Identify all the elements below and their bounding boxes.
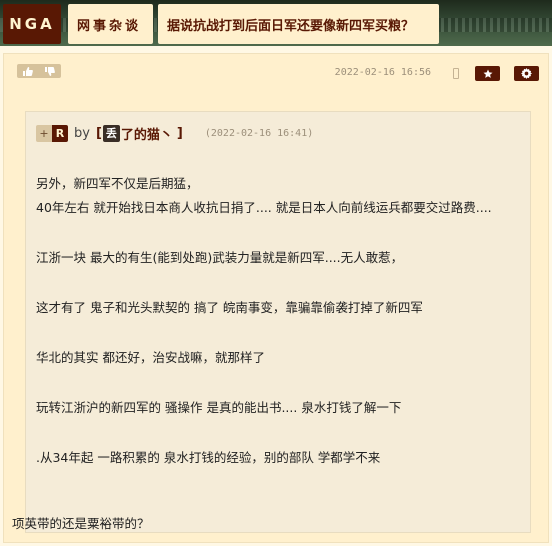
breadcrumb-forum[interactable]: 网事杂谈 [68, 4, 153, 44]
vote-buttons [17, 64, 61, 78]
favorite-button[interactable] [475, 66, 500, 81]
quote-body: 另外，新四军不仅是后期猛， 40年左右 就开始找日本商人收抗日捐了.... 就是… [36, 172, 526, 470]
quote-line: 江浙一块 最大的有生(能到处跑)武装力量就是新四军....无人敢惹， [36, 250, 404, 265]
author-bracket-close: ] [176, 125, 183, 141]
page: NGA 网事杂谈 据说抗战打到后面日军还要像新四军买粮？ 2022-02-16 … [0, 0, 552, 546]
site-logo[interactable]: NGA [3, 4, 61, 44]
quote-line: 玩转江浙沪的新四军的 骚操作 是真的能出书.... 泉水打钱了解一下 [36, 400, 402, 415]
quote-line: .从34年起 一路积累的 泉水打钱的经验，别的部队 学都学不来 [36, 450, 381, 465]
author-name: 了的猫丶 [120, 127, 173, 143]
quote-line: 这才有了 鬼子和光头默契的 搞了 皖南事变，靠骗靠偷袭打掉了新四军 [36, 300, 423, 315]
quote-header: + R by [ 丢 了的猫丶 ] (2022-02-16 16:41) [36, 124, 314, 143]
star-icon [483, 69, 492, 78]
quote-author[interactable]: [ 丢 了的猫丶 ] [96, 124, 183, 143]
quote-line: 40年左右 就开始找日本商人收抗日捐了.... 就是日本人向前线运兵都要交过路费… [36, 200, 492, 215]
post-date: 2022-02-16 16:56 [334, 67, 431, 78]
thumb-up-icon[interactable] [19, 65, 37, 77]
author-avatar: 丢 [102, 124, 120, 142]
plus-button[interactable]: + [36, 124, 52, 142]
phone-icon [453, 68, 459, 79]
reply-text: 项英带的还是粟裕带的？ [12, 516, 150, 531]
breadcrumb-topic[interactable]: 据说抗战打到后面日军还要像新四军买粮？ [158, 4, 439, 44]
reply-tag[interactable]: + R [36, 124, 68, 142]
quote-line: 华北的其实 都还好，治安战嘛，就那样了 [36, 350, 265, 365]
author-bracket-open: [ [95, 125, 102, 141]
settings-button[interactable] [514, 66, 539, 81]
quote-line: 另外，新四军不仅是后期猛， [36, 176, 199, 191]
gear-icon [521, 68, 532, 79]
quote-timestamp: (2022-02-16 16:41) [204, 127, 314, 139]
quote-block: + R by [ 丢 了的猫丶 ] (2022-02-16 16:41) 另外，… [25, 111, 531, 533]
thumb-down-icon[interactable] [41, 65, 59, 77]
by-label: by [74, 125, 90, 141]
reply-r-button[interactable]: R [52, 124, 68, 142]
post-card: 2022-02-16 16:56 + R by [ 丢 了的猫丶] (2022… [3, 53, 549, 543]
